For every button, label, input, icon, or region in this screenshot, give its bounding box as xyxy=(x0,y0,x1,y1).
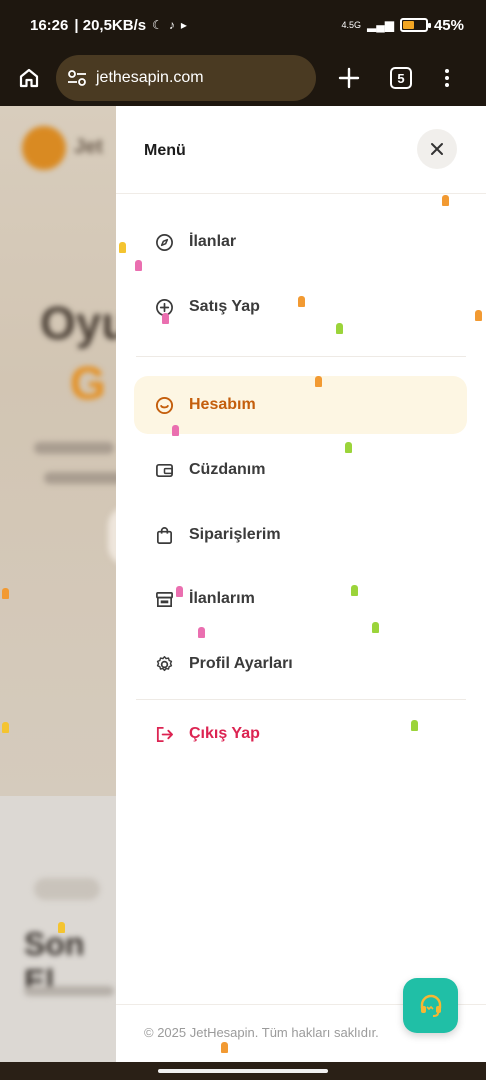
wallet-icon xyxy=(154,460,174,480)
more-menu-button[interactable] xyxy=(442,69,452,87)
smile-icon xyxy=(154,395,174,415)
confetti-piece xyxy=(345,442,352,453)
side-menu-drawer: Menü İlanlar Satış Yap Hesabım Cüzdanım xyxy=(116,106,486,1062)
confetti-piece xyxy=(176,586,183,597)
copyright-text: © 2025 JetHesapin. Tüm hakları saklıdır. xyxy=(144,1025,379,1040)
confetti-piece xyxy=(336,323,343,334)
menu-item-cuzdanim[interactable]: Cüzdanım xyxy=(134,441,467,499)
logout-button[interactable]: Çıkış Yap xyxy=(134,705,467,763)
home-icon xyxy=(19,68,39,88)
confetti-piece xyxy=(475,310,482,321)
confetti-piece xyxy=(2,588,9,599)
confetti-piece xyxy=(172,425,179,436)
confetti-piece xyxy=(315,376,322,387)
confetti-piece xyxy=(372,622,379,633)
background-page: Jet Oyu G Son El xyxy=(0,106,116,1062)
status-net-speed: | 20,5KB/s xyxy=(74,16,147,34)
menu-divider xyxy=(136,699,466,700)
moon-icon: ☾ xyxy=(152,18,163,32)
menu-item-siparislerim[interactable]: Siparişlerim xyxy=(134,506,467,564)
signal-icon: ▂▄▆ xyxy=(367,18,394,32)
hero-title-accent: G xyxy=(70,357,106,409)
hero-title: Oyu xyxy=(40,297,116,349)
confetti-piece xyxy=(119,242,126,253)
confetti-piece xyxy=(135,260,142,271)
close-icon xyxy=(431,143,443,155)
section-badge xyxy=(34,878,100,900)
site-logo xyxy=(22,126,66,170)
close-button[interactable] xyxy=(417,129,457,169)
menu-item-label: Siparişlerim xyxy=(189,526,281,543)
status-time: 16:26 xyxy=(30,16,69,34)
menu-item-hesabim[interactable]: Hesabım xyxy=(134,376,467,434)
status-bar: 16:26 | 20,5KB/s ☾ ♪ ▸ 4.5G ▂▄▆ 45% xyxy=(0,0,486,50)
url-text: jethesapin.com xyxy=(96,69,204,86)
drawer-header: Menü xyxy=(116,106,486,194)
battery-icon xyxy=(399,18,431,32)
menu-item-label: Satış Yap xyxy=(189,298,260,315)
home-button[interactable] xyxy=(12,61,46,95)
plus-icon xyxy=(338,67,360,89)
support-chat-button[interactable] xyxy=(403,978,458,1033)
compass-icon xyxy=(154,232,174,252)
network-type: 4.5G xyxy=(341,20,361,30)
confetti-piece xyxy=(411,720,418,731)
battery-percent: 45% xyxy=(433,16,464,34)
address-bar[interactable]: jethesapin.com xyxy=(56,55,316,101)
logout-icon xyxy=(154,724,174,744)
menu-item-label: İlanlarım xyxy=(189,590,255,607)
system-nav-bar xyxy=(0,1062,486,1080)
store-icon xyxy=(154,589,174,609)
site-settings-icon[interactable] xyxy=(66,67,88,89)
menu-item-satis-yap[interactable]: Satış Yap xyxy=(134,278,467,336)
drawer-title: Menü xyxy=(144,142,186,159)
confetti-piece xyxy=(162,313,169,324)
home-gesture-handle[interactable] xyxy=(158,1069,328,1073)
site-logo-text: Jet xyxy=(74,136,103,158)
menu-item-profil-ayarlari[interactable]: Profil Ayarları xyxy=(134,635,467,693)
menu-item-ilanlarim[interactable]: İlanlarım xyxy=(134,570,467,628)
shopping-bag-icon xyxy=(154,525,174,545)
battery-fill xyxy=(402,21,414,29)
new-tab-button[interactable] xyxy=(332,61,366,95)
play-icon: ▸ xyxy=(180,18,187,32)
menu-item-label: Cüzdanım xyxy=(189,461,266,478)
logout-label: Çıkış Yap xyxy=(189,725,260,742)
gear-icon xyxy=(154,654,174,674)
tab-switcher-button[interactable]: 5 xyxy=(390,67,412,89)
browser-toolbar: jethesapin.com 5 xyxy=(0,50,486,106)
confetti-piece xyxy=(351,585,358,596)
confetti-piece xyxy=(221,1042,228,1053)
confetti-piece xyxy=(442,195,449,206)
menu-item-ilanlar[interactable]: İlanlar xyxy=(134,213,467,271)
menu-item-label: İlanlar xyxy=(189,233,237,250)
confetti-piece xyxy=(2,722,9,733)
confetti-piece xyxy=(58,922,65,933)
tiktok-icon: ♪ xyxy=(168,18,175,32)
confetti-piece xyxy=(198,627,205,638)
headset-icon xyxy=(420,994,441,1017)
menu-divider xyxy=(136,356,466,357)
confetti-piece xyxy=(298,296,305,307)
menu-item-label: Profil Ayarları xyxy=(189,655,293,672)
menu-item-label: Hesabım xyxy=(189,396,256,413)
